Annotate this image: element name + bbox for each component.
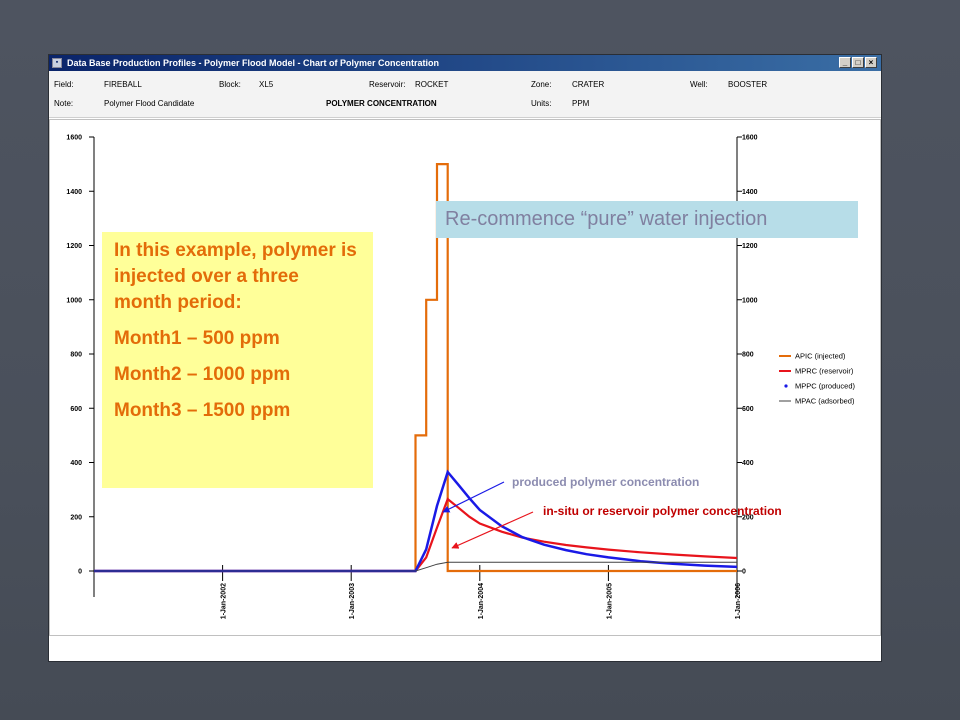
- maximize-button[interactable]: □: [852, 57, 864, 68]
- legend-label: MPPC (produced): [795, 382, 856, 391]
- note-label: Note:: [54, 99, 74, 108]
- x-tick-label: 1-Jan-2004: [478, 583, 485, 619]
- well-label: Well:: [690, 80, 708, 89]
- reservoir-label: Reservoir:: [369, 80, 406, 89]
- right-y-tick-label: 1600: [742, 135, 758, 142]
- injection-note: In this example, polymer is injected ove…: [102, 232, 373, 488]
- right-y-tick-label: 1400: [742, 189, 758, 196]
- x-tick-label: 1-Jan-2005: [606, 583, 613, 619]
- right-y-tick-label: 0: [742, 569, 746, 576]
- note-month2: Month2 – 1000 ppm: [114, 364, 291, 385]
- block-value: XL5: [259, 80, 274, 89]
- legend-label: MPRC (reservoir): [795, 367, 854, 376]
- left-y-tick-label: 400: [70, 460, 82, 467]
- legend-label: APIC (injected): [795, 352, 846, 361]
- legend-label: MPAC (adsorbed): [795, 397, 855, 406]
- left-y-tick-label: 200: [70, 514, 82, 521]
- title-bar[interactable]: ▪ Data Base Production Profiles - Polyme…: [49, 55, 881, 71]
- produced-arrow: [442, 481, 505, 513]
- right-y-tick-label: 800: [742, 352, 754, 359]
- field-value: FIREBALL: [104, 80, 142, 89]
- right-y-tick-label: 1200: [742, 243, 758, 250]
- left-y-tick-label: 1000: [66, 297, 82, 304]
- zone-label: Zone:: [531, 80, 552, 89]
- right-y-tick-label: 1000: [742, 297, 758, 304]
- block-label: Block:: [219, 80, 241, 89]
- right-y-tick-label: 400: [742, 460, 754, 467]
- units-value: PPM: [572, 99, 590, 108]
- window-title: Data Base Production Profiles - Polymer …: [67, 58, 440, 68]
- field-label: Field:: [54, 80, 74, 89]
- produced-annotation: produced polymer concentration: [512, 475, 700, 489]
- left-y-tick-label: 600: [70, 406, 82, 413]
- info-panel: Field: FIREBALL Block: XL5 Reservoir: RO…: [49, 71, 881, 118]
- left-y-tick-label: 1400: [66, 189, 82, 196]
- recommence-callout: Re-commence “pure” water injection: [436, 201, 858, 238]
- note-month1: Month1 – 500 ppm: [114, 328, 280, 349]
- insitu-annotation: in-situ or reservoir polymer concentrati…: [543, 504, 782, 518]
- legend-marker: [784, 384, 788, 388]
- x-tick-label: 1-Jan-2002: [221, 583, 228, 619]
- left-y-tick-label: 1200: [66, 243, 82, 250]
- well-value: BOOSTER: [728, 80, 768, 89]
- units-label: Units:: [531, 99, 552, 108]
- zone-value: CRATER: [572, 80, 605, 89]
- note-value: Polymer Flood Candidate: [104, 99, 195, 108]
- left-y-tick-label: 800: [70, 352, 82, 359]
- close-button[interactable]: ×: [865, 57, 877, 68]
- right-y-tick-label: 600: [742, 406, 754, 413]
- note-month3: Month3 – 1500 ppm: [114, 400, 291, 421]
- app-icon: ▪: [52, 58, 62, 68]
- chart-legend: APIC (injected) MPRC (reservoir) MPPC (pro…: [779, 352, 856, 406]
- x-tick-label: 1-Jan-2003: [349, 583, 356, 619]
- reservoir-value: ROCKET: [415, 80, 449, 89]
- chart-heading: POLYMER CONCENTRATION: [326, 99, 437, 108]
- minimize-button[interactable]: _: [839, 57, 851, 68]
- note-intro: In this example, polymer is injected ove…: [114, 240, 357, 313]
- insitu-arrow: [451, 511, 534, 549]
- left-y-tick-label: 0: [78, 569, 82, 576]
- left-y-tick-label: 1600: [66, 135, 82, 142]
- x-tick-label: 1-Jan-2006: [735, 583, 742, 619]
